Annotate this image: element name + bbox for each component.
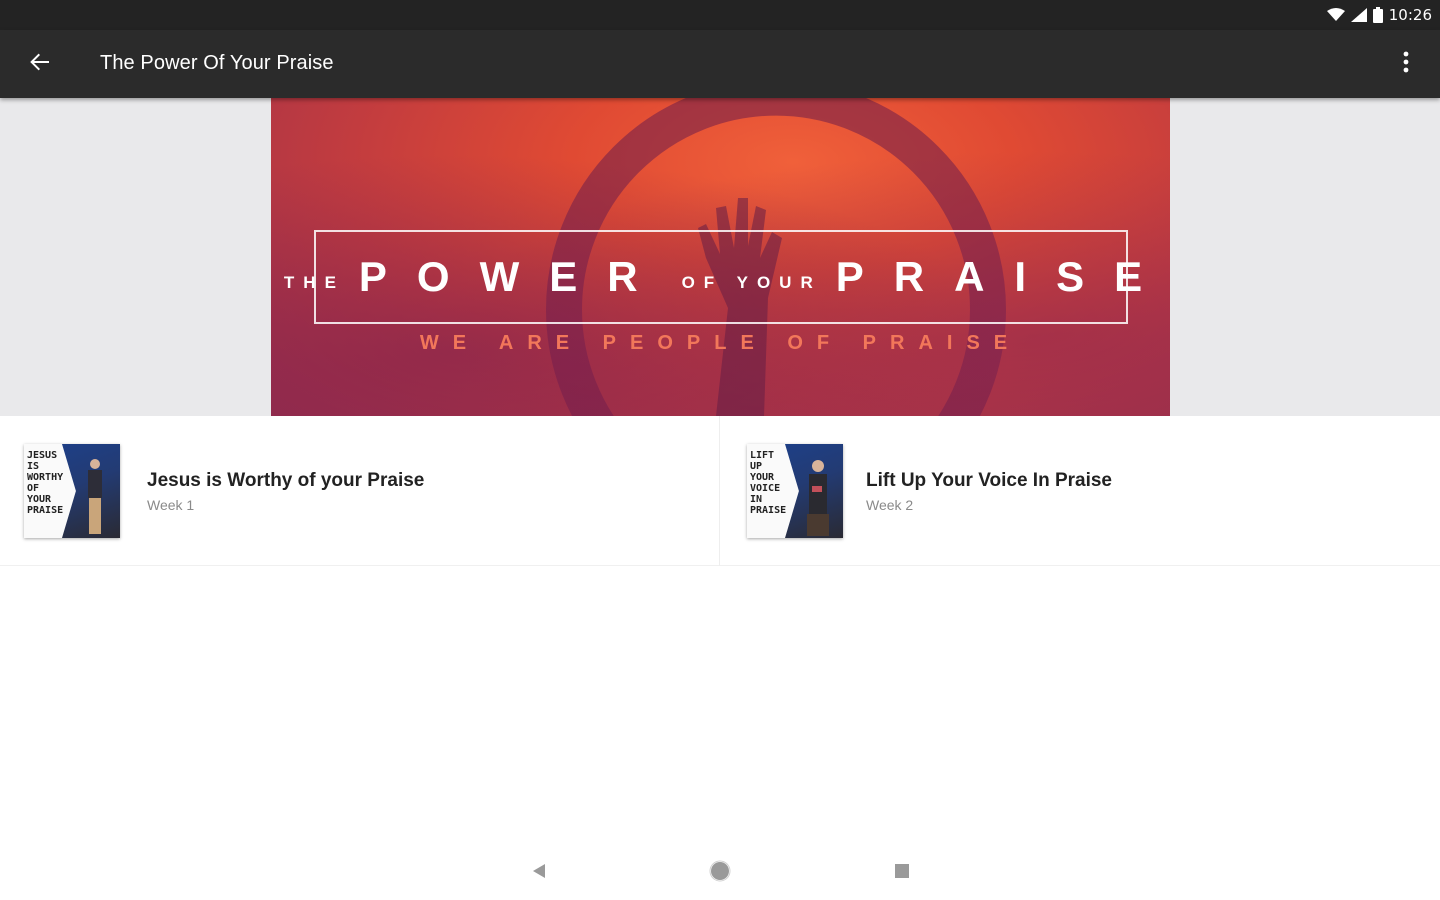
sermon-title: Lift Up Your Voice In Praise [866,470,1112,491]
sermon-list: JESUS IS WORTHY OF YOUR PRAISE Jesus is … [0,416,1440,566]
list-item[interactable]: JESUS IS WORTHY OF YOUR PRAISE Jesus is … [0,416,720,566]
speaker-figure [807,460,829,536]
recents-square-icon [895,863,909,883]
battery-icon [1372,7,1383,23]
system-nav-bar [0,846,1440,900]
status-bar: 10:26 [0,0,1440,30]
wifi-icon [1326,8,1345,22]
banner-title-word-praise: PRAISE [835,253,1170,300]
sermon-title: Jesus is Worthy of your Praise [147,470,425,491]
overflow-menu-button[interactable] [1386,44,1426,84]
sermon-week: Week 1 [147,497,195,513]
status-time: 10:26 [1388,6,1432,24]
banner-title-word-power: POWER [358,253,668,300]
banner-subtitle: WE ARE PEOPLE OF PRAISE [419,332,1022,354]
nav-home-button[interactable] [705,858,735,888]
nav-recents-button[interactable] [887,858,917,888]
back-button[interactable] [20,44,60,84]
status-icons: 10:26 [1326,4,1432,26]
more-vert-icon [1403,51,1409,78]
back-triangle-icon [532,863,546,884]
speaker-figure [88,459,102,534]
list-item[interactable]: LIFT UP YOUR VOICE IN PRAISE Lift Up You… [721,416,1440,566]
banner-area: THE POWER OF YOUR PRAISE WE ARE PEOPLE O… [0,98,1440,416]
banner-title-middle: OF YOUR [681,273,822,292]
page-title: The Power Of Your Praise [100,52,334,74]
thumbnail-text: JESUS IS WORTHY OF YOUR PRAISE [27,450,64,516]
series-banner-image: THE POWER OF YOUR PRAISE WE ARE PEOPLE O… [271,98,1170,416]
nav-back-button[interactable] [524,858,554,888]
banner-title: THE POWER OF YOUR PRAISE [284,232,1142,322]
thumbnail-text: LIFT UP YOUR VOICE IN PRAISE [750,450,787,516]
arrow-back-icon [29,51,51,78]
banner-title-prefix: THE [283,273,345,292]
sermon-thumbnail: LIFT UP YOUR VOICE IN PRAISE [747,444,843,538]
app-bar: The Power Of Your Praise [0,30,1440,98]
cell-signal-icon [1350,8,1367,22]
home-circle-icon [709,860,731,887]
sermon-thumbnail: JESUS IS WORTHY OF YOUR PRAISE [24,444,120,538]
sermon-week: Week 2 [866,497,914,513]
banner-title-frame: THE POWER OF YOUR PRAISE [284,230,1142,324]
